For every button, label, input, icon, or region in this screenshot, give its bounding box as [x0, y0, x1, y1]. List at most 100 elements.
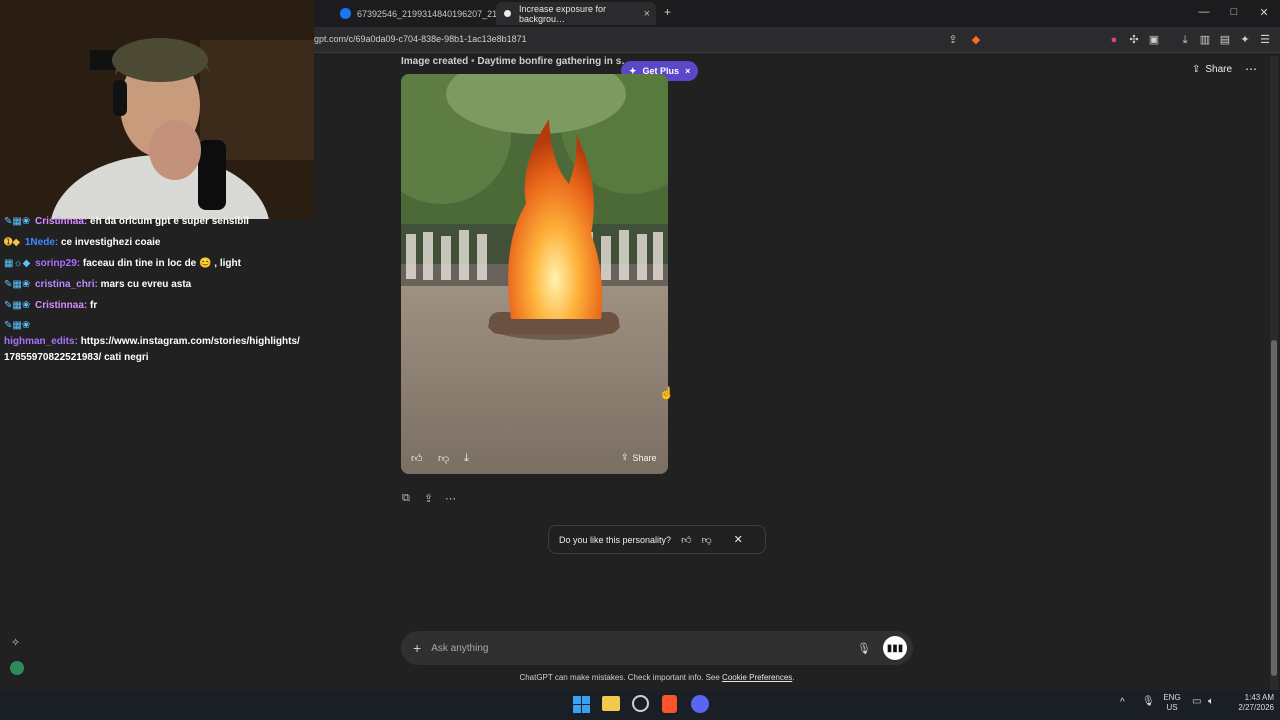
chat-username: Cristinnaa — [35, 216, 84, 227]
maximize-button[interactable]: □ — [1224, 6, 1244, 18]
leo-icon[interactable]: ✦ — [1237, 32, 1253, 48]
chat-text-suffix: , light — [214, 258, 241, 269]
time: 1:43 AM — [1244, 693, 1274, 702]
feedback-prompt: Do you like this personality? — [559, 534, 672, 545]
more-options-button[interactable]: ⋯ — [1245, 62, 1257, 76]
tab-title: Increase exposure for backgrou… — [519, 3, 607, 24]
chevron-up-icon[interactable]: ^ — [1120, 698, 1125, 708]
chat-message: ✎▦❀ cristina_chri: mars cu evreu asta — [4, 279, 192, 290]
thumbs-down-icon[interactable]: 👎︎ — [438, 452, 449, 465]
chat-message: ✎▦❀ Cristinnaa: fr — [4, 300, 98, 311]
brave-icon[interactable] — [662, 695, 677, 713]
prompt-input[interactable] — [431, 642, 858, 654]
caption-separator: • — [471, 56, 475, 67]
chat-message: highman_edits: https://www.instagram.com… — [4, 336, 300, 347]
badge-icons: ✎▦❀ — [4, 300, 31, 311]
puzzle-icon[interactable]: ✣ — [1126, 32, 1142, 48]
chat-text: fr — [90, 300, 98, 311]
brave-shield-icon[interactable]: ◆ — [968, 32, 984, 48]
clock[interactable]: 1:43 AM 2/27/2026 — [1226, 693, 1274, 713]
chatgpt-icon — [502, 8, 513, 19]
chat-text: eh da oricum gpt e super sensibil — [90, 216, 249, 227]
hand-cursor-icon: ☝ — [659, 386, 674, 400]
download-image-icon[interactable]: ⤓ — [464, 452, 469, 465]
share-icon: ⇪ — [621, 452, 629, 462]
share-icon: ⇪ — [1192, 64, 1201, 75]
tab-title: 67392546_2199314840196207_2134… — [357, 8, 517, 19]
chat-username: Cristinnaa — [35, 300, 84, 311]
share-page-icon[interactable]: ⇪ — [945, 32, 961, 48]
generated-image[interactable] — [401, 74, 668, 474]
close-window-button[interactable]: ✕ — [1254, 6, 1274, 19]
composer: + 🎙︎ ▮▮▮ — [401, 631, 913, 665]
tab-chatgpt[interactable]: Increase exposure for backgrou… × — [496, 2, 656, 25]
cookie-preferences-link[interactable]: Cookie Preferences — [722, 673, 792, 682]
image-caption: Image created • Daytime bonfire gatherin… — [401, 56, 631, 67]
waveform-icon: ▮▮▮ — [886, 642, 904, 654]
chat-username: 1Nede — [24, 237, 55, 248]
reader-icon[interactable]: ▣ — [1146, 32, 1162, 48]
chat-text: faceau din tine in loc de — [82, 258, 197, 269]
chat-username: highman_edits — [4, 336, 75, 347]
region-code: US — [1166, 703, 1178, 712]
close-tab-icon[interactable]: × — [644, 8, 650, 20]
image-share-button[interactable]: ⇪ Share — [621, 452, 657, 463]
voice-mode-button[interactable]: ▮▮▮ — [883, 636, 907, 660]
share-label: Share — [1205, 64, 1233, 75]
file-explorer-icon[interactable] — [602, 696, 620, 711]
minimize-button[interactable]: — — [1194, 6, 1214, 18]
microphone-tray-icon[interactable]: 🎙︎ — [1142, 697, 1155, 707]
share-message-icon[interactable]: ⇪ — [424, 492, 433, 505]
chat-text-continued: 17855970822521983/ cati negri — [4, 352, 149, 363]
thumbs-down-icon[interactable]: 👎︎ — [702, 534, 712, 546]
sparkle-icon[interactable]: ✧ — [11, 636, 20, 649]
thumbs-up-icon[interactable]: 👍︎ — [411, 452, 423, 465]
chat-text: ce investighezi coaie — [60, 237, 161, 248]
image-share-label: Share — [632, 452, 657, 463]
chat-username: sorinp29 — [35, 258, 77, 269]
disclaimer: ChatGPT can make mistakes. Check importa… — [0, 673, 1280, 682]
facebook-icon — [340, 8, 351, 19]
microphone-icon[interactable]: 🎙︎ — [857, 642, 871, 655]
wallet-icon[interactable]: ▤ — [1217, 32, 1233, 48]
share-button[interactable]: ⇪ Share — [1192, 64, 1232, 75]
app-icon[interactable] — [632, 695, 649, 712]
close-icon[interactable]: ✕ — [734, 533, 743, 546]
url-field[interactable]: gpt.com/c/69a0da09-c704-838e-98b1-1ac13e… — [314, 34, 527, 44]
add-icon[interactable]: + — [413, 640, 421, 656]
network-icon[interactable]: ▭ — [1192, 697, 1201, 707]
emote-icon: 😊 — [199, 258, 212, 269]
badge-icons: ✎▦❀ — [4, 279, 31, 290]
more-icon[interactable]: ⋯ — [445, 492, 456, 505]
scrollbar-thumb[interactable] — [1271, 340, 1277, 676]
chat-text: mars cu evreu asta — [100, 279, 192, 290]
thumbs-up-icon[interactable]: 👍︎ — [681, 534, 691, 546]
caption-title: Daytime bonfire gathering in s… — [477, 56, 632, 67]
caption-status: Image created — [401, 56, 469, 67]
chat-text: https://www.instagram.com/stories/highli… — [80, 336, 300, 347]
language-code: ENG — [1163, 693, 1181, 702]
chat-message: ➊◆ 1Nede: ce investighezi coaie — [4, 237, 161, 248]
download-icon[interactable]: ⤓ — [1177, 32, 1193, 48]
tab-facebook-image[interactable]: 67392546_2199314840196207_2134… — [334, 2, 516, 25]
volume-icon[interactable]: 🔈︎ — [1208, 697, 1214, 707]
language-indicator[interactable]: ENG US — [1160, 693, 1184, 713]
streamer-figure — [0, 0, 314, 219]
chat-message: ✎▦❀ Cristinnaa: eh da oricum gpt e super… — [4, 216, 249, 227]
close-icon[interactable]: × — [685, 66, 690, 76]
chat-username: cristina_chri — [35, 279, 95, 290]
menu-icon[interactable]: ☰ — [1257, 32, 1273, 48]
sidebar-icon[interactable]: ▥ — [1197, 32, 1213, 48]
personality-feedback: Do you like this personality? 👍︎ 👎︎ ✕ — [548, 525, 766, 554]
bonfire-image — [401, 74, 668, 474]
windows-start-icon[interactable] — [573, 696, 590, 713]
badge-icons: ➊◆ — [4, 237, 21, 248]
extension-icon[interactable]: ● — [1106, 32, 1122, 48]
copy-icon[interactable]: ⧉ — [402, 492, 410, 505]
new-tab-button[interactable]: + — [664, 5, 671, 19]
date: 2/27/2026 — [1238, 703, 1274, 712]
discord-icon[interactable] — [691, 695, 709, 713]
disclaimer-text: ChatGPT can make mistakes. Check importa… — [519, 673, 723, 682]
chat-message: ▦☼◆ sorinp29: faceau din tine in loc de … — [4, 258, 241, 269]
badge-icons: ✎▦❀ — [4, 320, 31, 331]
